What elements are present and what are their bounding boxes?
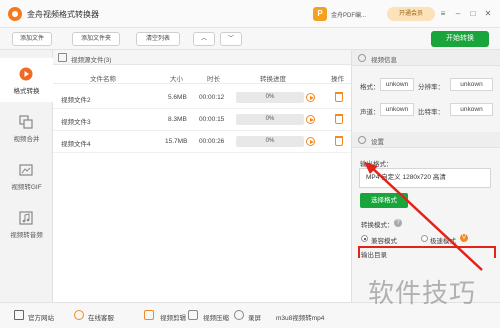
settings-header: 设置 (352, 132, 500, 148)
settings-title: 设置 (371, 139, 384, 146)
close-icon[interactable]: ✕ (482, 7, 494, 21)
channel-value: unkown (380, 103, 414, 116)
delete-icon[interactable] (335, 114, 343, 124)
move-up-button[interactable]: ︿ (193, 32, 215, 46)
video-info-title: 视频信息 (371, 57, 397, 64)
video-compress-link[interactable]: 视频压缩 (203, 312, 229, 322)
info-icon (358, 54, 366, 62)
add-folder-button[interactable]: 添加文件夹 (72, 32, 120, 46)
website-link[interactable]: 官方网站 (28, 312, 54, 322)
column-header-progress: 转换进度 (260, 76, 286, 83)
merge-icon (19, 115, 33, 129)
file-list-title: 视频源文件(3) (71, 57, 112, 64)
sidebar-item-label: 视频转音频 (10, 232, 43, 239)
column-header-name: 文件名称 (90, 76, 116, 83)
progress-bar: 0% (236, 92, 304, 103)
convert-icon (19, 67, 33, 81)
menu-icon[interactable]: ≡ (437, 7, 449, 21)
sidebar-item-label: 格式转换 (13, 88, 40, 95)
file-duration: 00:00:15 (199, 116, 225, 123)
m3u8-link[interactable]: m3u8视频转mp4 (276, 312, 324, 322)
service-icon (74, 310, 84, 320)
bitrate-value: unkown (450, 103, 493, 116)
clear-list-button[interactable]: 清空列表 (136, 32, 180, 46)
move-down-button[interactable]: ﹀ (220, 32, 242, 46)
table-row[interactable]: 视频文件2 5.6MB 00:00:12 0% (53, 87, 351, 109)
table-header: 文件名称 大小 时长 转换进度 操作 (53, 70, 351, 84)
record-link[interactable]: 录屏 (248, 312, 261, 322)
file-name: 视频文件2 (61, 97, 91, 104)
folder-icon (58, 53, 67, 62)
play-icon[interactable] (306, 115, 315, 124)
sidebar-item-label: 视频合并 (13, 136, 40, 143)
progress-bar: 0% (236, 136, 304, 147)
pdf-promo-icon[interactable]: P (313, 7, 327, 21)
file-name: 视频文件4 (61, 141, 91, 148)
progress-bar: 0% (236, 114, 304, 125)
video-compress-icon (188, 310, 198, 320)
delete-icon[interactable] (335, 136, 343, 146)
file-name: 视频文件3 (61, 119, 91, 126)
minimize-icon[interactable]: – (452, 7, 464, 21)
record-icon (234, 310, 244, 320)
title-bar: 金舟视频格式转换器 P 金舟PDF编... 开通会员 ≡ – □ ✕ (0, 0, 500, 28)
video-info-header: 视频信息 (352, 50, 500, 66)
file-list-header: 视频源文件(3) (53, 50, 351, 65)
video-edit-link[interactable]: 视频剪辑 (160, 312, 186, 322)
gif-icon (19, 164, 33, 176)
sidebar: 格式转换 视频合并 视频转GIF 视频转音频 (0, 50, 53, 302)
table-row[interactable]: 视频文件3 8.3MB 00:00:15 0% (53, 109, 351, 131)
sidebar-item-video-merge[interactable]: 视频合并 (0, 106, 53, 150)
toolbar: 添加文件 添加文件夹 清空列表 ︿ ﹀ 开始转换 (0, 28, 500, 50)
sidebar-item-video-gif[interactable]: 视频转GIF (0, 154, 53, 198)
channel-label: 声道： (360, 109, 380, 116)
start-convert-button[interactable]: 开始转换 (431, 31, 489, 47)
add-file-button[interactable]: 添加文件 (12, 32, 52, 46)
file-duration: 00:00:26 (199, 138, 225, 145)
sidebar-item-video-audio[interactable]: 视频转音频 (0, 202, 53, 246)
column-header-size: 大小 (170, 76, 183, 83)
file-duration: 00:00:12 (199, 94, 225, 101)
file-size: 8.3MB (168, 116, 187, 123)
audio-icon (19, 211, 33, 225)
column-header-actions: 操作 (331, 76, 344, 83)
website-icon (14, 310, 24, 320)
format-value: unkown (380, 78, 414, 91)
maximize-icon[interactable]: □ (467, 7, 479, 21)
watermark: 软件技巧 (368, 279, 477, 309)
gear-icon (358, 136, 366, 144)
table-row[interactable]: 视频文件4 15.7MB 00:00:26 0% (53, 131, 351, 153)
vip-button[interactable]: 开通会员 (387, 7, 435, 21)
app-logo-icon (8, 7, 22, 21)
app-title: 金舟视频格式转换器 (27, 10, 99, 19)
service-link[interactable]: 在线客服 (88, 312, 114, 322)
sidebar-item-format-convert[interactable]: 格式转换 (0, 58, 53, 102)
video-edit-icon (144, 310, 154, 320)
annotation-arrow (364, 162, 483, 271)
bitrate-label: 比特率： (418, 109, 444, 116)
column-header-duration: 时长 (207, 76, 220, 83)
play-icon[interactable] (306, 137, 315, 146)
pdf-promo-link[interactable]: 金舟PDF编... (331, 10, 366, 19)
play-icon[interactable] (306, 93, 315, 102)
resolution-label: 分辨率： (418, 84, 444, 91)
sidebar-item-label: 视频转GIF (11, 184, 42, 191)
file-size: 15.7MB (165, 138, 188, 145)
format-label: 格式： (360, 84, 380, 91)
delete-icon[interactable] (335, 92, 343, 102)
resolution-value: unkown (450, 78, 493, 91)
file-size: 5.6MB (168, 94, 187, 101)
